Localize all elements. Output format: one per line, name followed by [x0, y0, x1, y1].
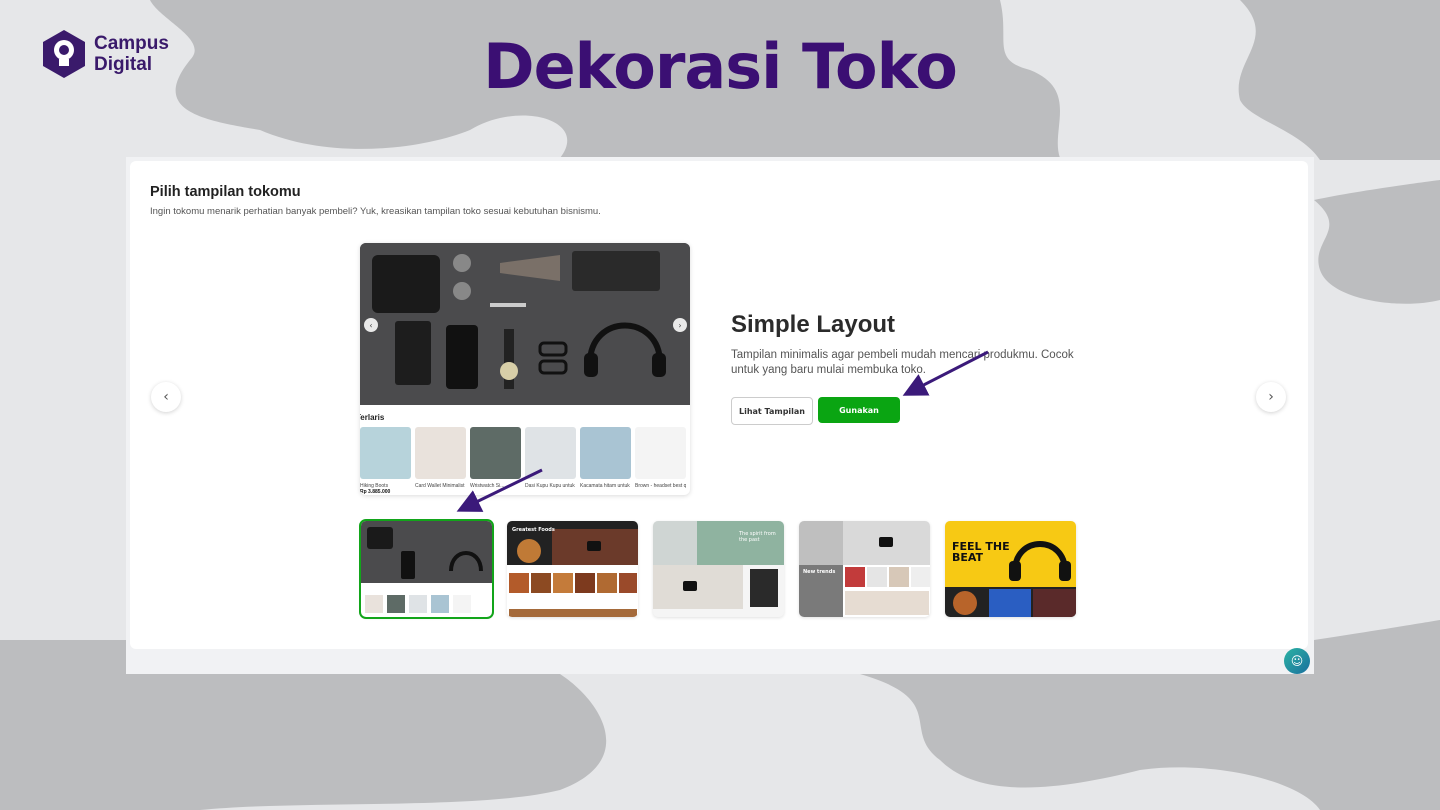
product-name: Wristwatch Si... [470, 483, 505, 489]
product-image [360, 427, 411, 479]
thumbnail-interior-layout[interactable]: The spirit from the past [653, 521, 784, 617]
product-name: Kacamata hitam untuk pria [580, 483, 631, 489]
list-item: Wristwatch Si... [470, 427, 521, 495]
page-heading: Pilih tampilan tokomu [150, 184, 301, 200]
thumbnail-label: Greatest Foods [512, 527, 555, 533]
preview-layout-button[interactable]: Lihat Tampilan [731, 397, 813, 425]
store-decoration-screenshot: Pilih tampilan tokomu Ingin tokomu menar… [126, 157, 1314, 674]
thumbnail-music-layout[interactable]: FEEL THE BEAT [945, 521, 1076, 617]
slide-title: Dekorasi Toko [483, 30, 958, 103]
product-name: Brown - headset best quality [635, 483, 686, 489]
layout-picker-card: Pilih tampilan tokomu Ingin tokomu menar… [130, 161, 1308, 649]
chat-support-button[interactable]: ☺ [1284, 648, 1310, 674]
list-item: Dasi Kupu Kupu untuk acara formal [525, 427, 576, 495]
thumbnail-label: New trends [803, 569, 836, 575]
product-image [470, 427, 521, 479]
thumbnail-food-layout[interactable]: Greatest Foods [507, 521, 638, 617]
thumbnail-image [945, 521, 1076, 617]
list-item: Kacamata hitam untuk pria [580, 427, 631, 495]
layout-description: Tampilan minimalis agar pembeli mudah me… [731, 349, 1074, 376]
hero-image [360, 243, 690, 405]
carousel-prev-button[interactable]: ‹ [151, 382, 181, 412]
thumbnail-simple-layout[interactable] [359, 519, 494, 619]
thumbnail-image [361, 521, 492, 617]
product-image [415, 427, 466, 479]
thumbnail-fashion-layout[interactable]: New trends [799, 521, 930, 617]
use-layout-button[interactable]: Gunakan [818, 397, 900, 423]
product-image [525, 427, 576, 479]
thumbnail-label: FEEL THE BEAT [952, 540, 1010, 564]
product-name: Dasi Kupu Kupu untuk acara formal [525, 483, 576, 489]
preview-section-label: Terlaris [360, 413, 385, 422]
hero-next-arrow[interactable]: › [673, 318, 687, 332]
thumbnail-label: The spirit from the past [739, 531, 776, 543]
product-price: Rp 3.885.000 [360, 489, 391, 495]
layout-title: Simple Layout [731, 311, 896, 338]
chevron-left-icon: ‹ [163, 389, 169, 405]
thumbnail-image [507, 521, 638, 617]
product-name: Card Wallet Minimalist Design [415, 483, 466, 489]
smiley-icon: ☺ [1290, 654, 1304, 668]
list-item: Card Wallet Minimalist Design [415, 427, 466, 495]
page-subheading: Ingin tokomu menarik perhatian banyak pe… [150, 206, 601, 217]
layout-preview: ‹ › Terlaris Hiking Boots Rp 3.885.000 C… [360, 243, 690, 495]
list-item: Hiking Boots Rp 3.885.000 [360, 427, 411, 495]
product-image [580, 427, 631, 479]
list-item: Brown - headset best quality [635, 427, 686, 495]
chevron-right-icon: › [1268, 389, 1274, 405]
preview-product-list: Hiking Boots Rp 3.885.000 Card Wallet Mi… [360, 427, 686, 495]
carousel-next-button[interactable]: › [1256, 382, 1286, 412]
product-image [635, 427, 686, 479]
layout-thumbnail-list: Greatest Foods The spirit from the past [359, 519, 1076, 619]
hero-prev-arrow[interactable]: ‹ [364, 318, 378, 332]
